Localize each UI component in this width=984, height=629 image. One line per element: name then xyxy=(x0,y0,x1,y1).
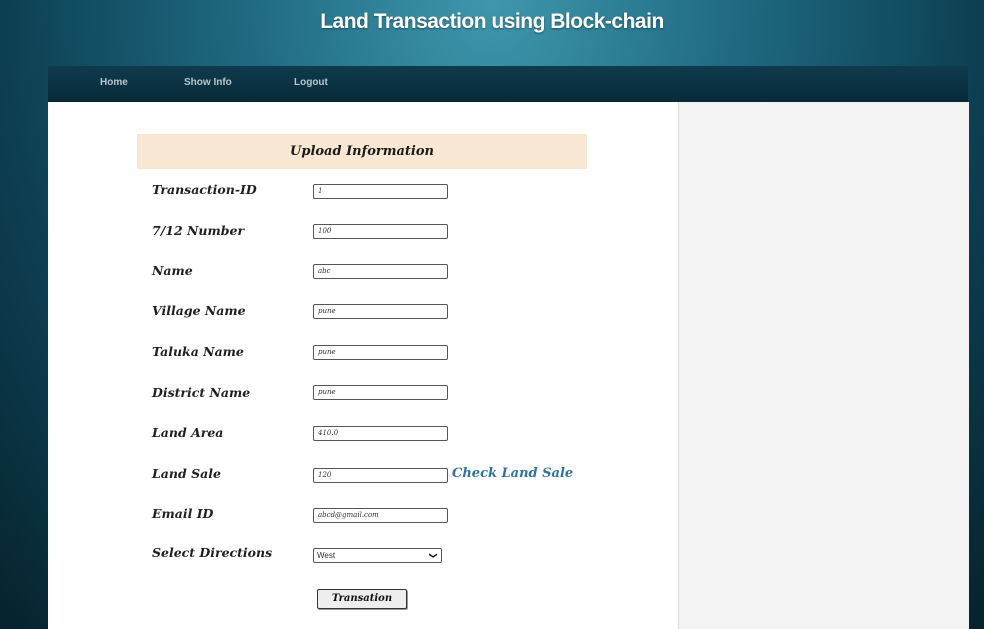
label-712-number: 7/12 Number xyxy=(152,223,245,238)
nav-home[interactable]: Home xyxy=(100,77,128,88)
right-panel xyxy=(678,102,969,629)
page-title: Land Transaction using Block-chain xyxy=(320,10,664,33)
directions-selected-value: West xyxy=(317,551,336,560)
main-content: Upload Information Transaction-ID 1 7/12… xyxy=(48,102,969,629)
directions-select[interactable]: West ❯ xyxy=(313,548,442,563)
nav-show-info[interactable]: Show Info xyxy=(184,77,232,88)
label-land-area: Land Area xyxy=(152,425,224,440)
land-sale-input[interactable]: 120 xyxy=(313,468,448,483)
email-id-input[interactable]: abcd@gmail.com xyxy=(313,508,448,523)
name-input[interactable]: abc xyxy=(313,264,448,279)
label-email-id: Email ID xyxy=(152,506,214,521)
transaction-submit-button[interactable]: Transation xyxy=(317,589,407,609)
form-heading: Upload Information xyxy=(290,144,434,159)
label-district-name: District Name xyxy=(152,385,251,400)
chevron-down-icon: ❯ xyxy=(429,552,439,559)
label-land-sale: Land Sale xyxy=(152,466,221,481)
label-name: Name xyxy=(152,263,193,278)
label-village-name: Village Name xyxy=(152,303,246,318)
district-name-input[interactable]: pune xyxy=(313,385,448,400)
label-select-directions: Select Directions xyxy=(152,545,273,560)
transaction-id-input[interactable]: 1 xyxy=(313,184,448,199)
land-area-input[interactable]: 410.0 xyxy=(313,426,448,441)
village-name-input[interactable]: pune xyxy=(313,304,448,319)
label-taluka-name: Taluka Name xyxy=(152,344,244,359)
form-header: Upload Information xyxy=(137,134,587,169)
712-number-input[interactable]: 100 xyxy=(313,224,448,239)
check-land-sale-link[interactable]: Check Land Sale xyxy=(452,466,573,481)
taluka-name-input[interactable]: pune xyxy=(313,345,448,360)
nav-logout[interactable]: Logout xyxy=(294,77,328,88)
label-transaction-id: Transaction-ID xyxy=(152,182,257,197)
nav-bar: Home Show Info Logout xyxy=(48,66,968,102)
